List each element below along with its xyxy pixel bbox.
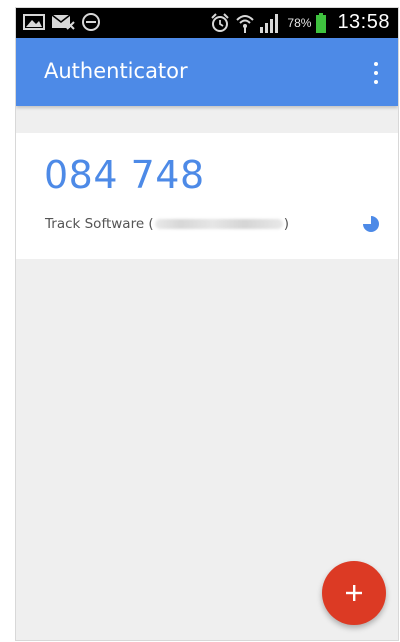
otp-code: 084 748 [44,153,205,197]
plus-icon [345,584,363,602]
battery-icon [315,12,327,34]
wifi-icon [235,12,255,34]
app-title: Authenticator [44,59,188,83]
account-list-item[interactable]: 084 748 Track Software ( ) [16,133,398,259]
status-bar: 78% 13:58 [16,8,398,38]
menu-dot [374,71,378,75]
menu-dot [374,62,378,66]
status-left-icons [23,12,101,32]
battery-percent: 78% [287,15,312,30]
mail-icon [51,13,75,31]
account-name-redacted [154,219,283,229]
do-not-disturb-icon [81,12,101,32]
alarm-icon [209,12,231,34]
status-right-icons: 78% 13:58 [209,11,390,34]
image-icon [23,13,45,31]
signal-icon [259,12,281,34]
account-label: Track Software ( ) [45,216,289,232]
add-account-button[interactable] [322,561,386,625]
account-issuer-prefix: Track Software ( [45,216,154,232]
account-issuer-suffix: ) [283,216,289,232]
status-clock: 13:58 [337,11,390,33]
overflow-menu-icon[interactable] [372,62,380,84]
countdown-timer-icon [362,215,380,237]
app-bar: Authenticator [16,38,398,106]
menu-dot [374,80,378,84]
phone-screen: 78% 13:58 Authenticator 084 748 Track So… [16,8,398,640]
